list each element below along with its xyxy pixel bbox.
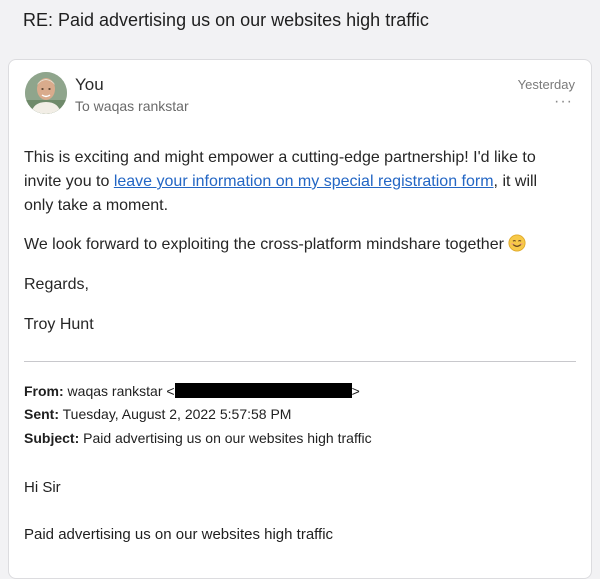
smiling-face-emoji-icon (508, 234, 526, 252)
quoted-from-value: waqas rankstar < (63, 383, 175, 399)
quoted-sent-label: Sent: (24, 406, 59, 422)
signature-name: Troy Hunt (24, 316, 94, 333)
quoted-sent-value: Tuesday, August 2, 2022 5:57:58 PM (59, 406, 292, 422)
sender-name[interactable]: You (75, 75, 104, 95)
quote-divider (24, 361, 576, 362)
quoted-body-line: Paid advertising us on our websites high… (24, 526, 334, 543)
more-dots-icon[interactable]: ··· (554, 93, 573, 111)
quoted-from-close: > (351, 383, 360, 399)
message-date: Yesterday (517, 77, 575, 92)
quoted-subject-label: Subject: (24, 430, 80, 446)
recipient-line[interactable]: To waqas rankstar (75, 98, 189, 114)
quoted-sent-line: Sent: Tuesday, August 2, 2022 5:57:58 PM (24, 405, 291, 423)
body-text: We look forward to exploiting the cross-… (24, 236, 504, 253)
quoted-from-label: From: (24, 383, 64, 399)
quoted-subject-line: Subject: Paid advertising us on our webs… (24, 429, 372, 447)
email-subject: RE: Paid advertising us on our websites … (23, 10, 429, 30)
registration-form-link[interactable]: leave your information on my special reg… (114, 173, 494, 190)
quoted-from-line: From: waqas rankstar < > (24, 382, 360, 400)
body-paragraph-2: We look forward to exploiting the cross-… (24, 233, 564, 257)
message-card: You To waqas rankstar Yesterday ··· This… (8, 59, 592, 579)
avatar-photo (25, 72, 67, 114)
body-paragraph-3: Regards, (24, 276, 89, 293)
avatar[interactable] (25, 72, 67, 114)
quoted-greeting: Hi Sir (24, 479, 61, 496)
redaction-bar (174, 383, 352, 398)
quoted-subject-value: Paid advertising us on our websites high… (79, 430, 372, 446)
body-paragraph-1: This is exciting and might empower a cut… (24, 146, 564, 218)
